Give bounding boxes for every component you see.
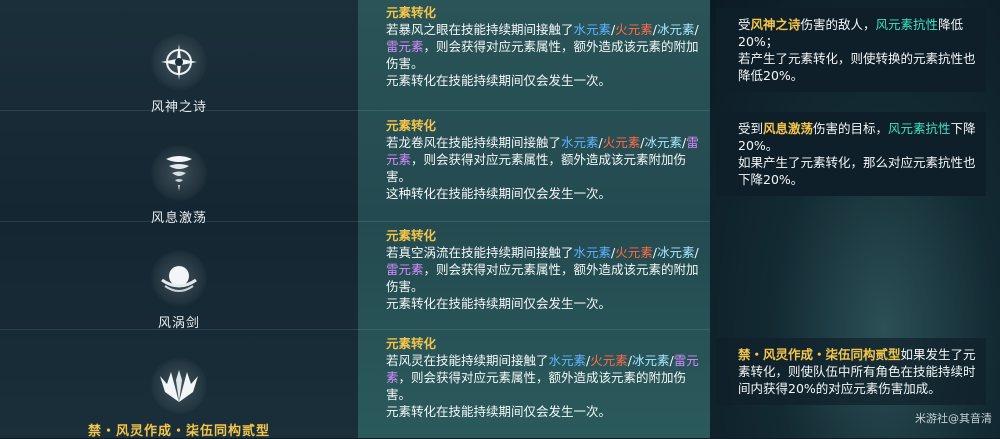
skill-name: 禁・风灵作成・柒伍同构贰型 (87, 424, 270, 439)
conversion-cell: 元素转化 若风灵在技能持续期间接触了水元素/火元素/冰元素/雷元素，则会获得对应… (386, 335, 706, 420)
conversion-cell: 元素转化 若暴风之眼在技能持续期间接触了水元素/火元素/冰元素/雷元素，则会获得… (386, 4, 706, 89)
skill-name: 风神之诗 (150, 100, 207, 115)
conversion-title: 元素转化 (386, 5, 437, 20)
conversion-cell: 元素转化 若龙卷风在技能持续期间接触了水元素/火元素/冰元素/雷元素，则会获得对… (386, 117, 706, 202)
watermark: 米游社@其音清 (915, 412, 992, 425)
note-panel: 受到风息激荡伤害的目标，风元素抗性下降20%。 如果产生了元素转化，那么对应元素… (716, 112, 986, 196)
conversion-text: 若龙卷风在技能持续期间接触了水元素/火元素/冰元素/雷元素，则会获得对应元素属性… (386, 135, 699, 184)
conversion-title: 元素转化 (386, 118, 437, 133)
conversion-title: 元素转化 (386, 336, 437, 351)
skill-item: 禁・风灵作成・柒伍同构贰型 (0, 358, 358, 439)
skill-name: 风息激荡 (150, 211, 207, 226)
conversion-title: 元素转化 (386, 228, 437, 243)
note-panel: 受风神之诗伤害的敌人，风元素抗性降低20%； 若产生了元素转化，则使转换的元素抗… (716, 8, 986, 92)
conversion-note: 元素转化在技能持续期间仅会发生一次。 (386, 73, 612, 88)
tornado-icon (151, 145, 207, 201)
conversion-text: 若暴风之眼在技能持续期间接触了水元素/火元素/冰元素/雷元素，则会获得对应元素属… (386, 22, 699, 71)
note-panel: 禁・风灵作成・柒伍同构贰型如果发生了元素转化，则使队伍中所有角色在技能持续时间内… (716, 338, 986, 405)
conversion-text: 若风灵在技能持续期间接触了水元素/火元素/冰元素/雷元素，则会获得对应元素属性，… (386, 353, 699, 402)
skill-item: 风神之诗 (0, 34, 358, 115)
skill-item: 风涡剑 (0, 250, 358, 331)
skill-item: 风息激荡 (0, 145, 358, 226)
conversion-note: 元素转化在技能持续期间仅会发生一次。 (386, 296, 612, 311)
conversion-note: 这种转化在技能持续期间仅会发生一次。 (386, 186, 612, 201)
conversion-cell: 元素转化 若真空涡流在技能持续期间接触了水元素/火元素/冰元素/雷元素，则会获得… (386, 227, 706, 312)
wind-wings-icon (151, 358, 207, 414)
skill-name: 风涡剑 (157, 316, 200, 331)
vortex-orb-icon (151, 250, 207, 306)
compass-star-icon (151, 34, 207, 90)
conversion-note: 元素转化在技能持续期间仅会发生一次。 (386, 404, 612, 419)
conversion-text: 若真空涡流在技能持续期间接触了水元素/火元素/冰元素/雷元素，则会获得对应元素属… (386, 245, 699, 294)
